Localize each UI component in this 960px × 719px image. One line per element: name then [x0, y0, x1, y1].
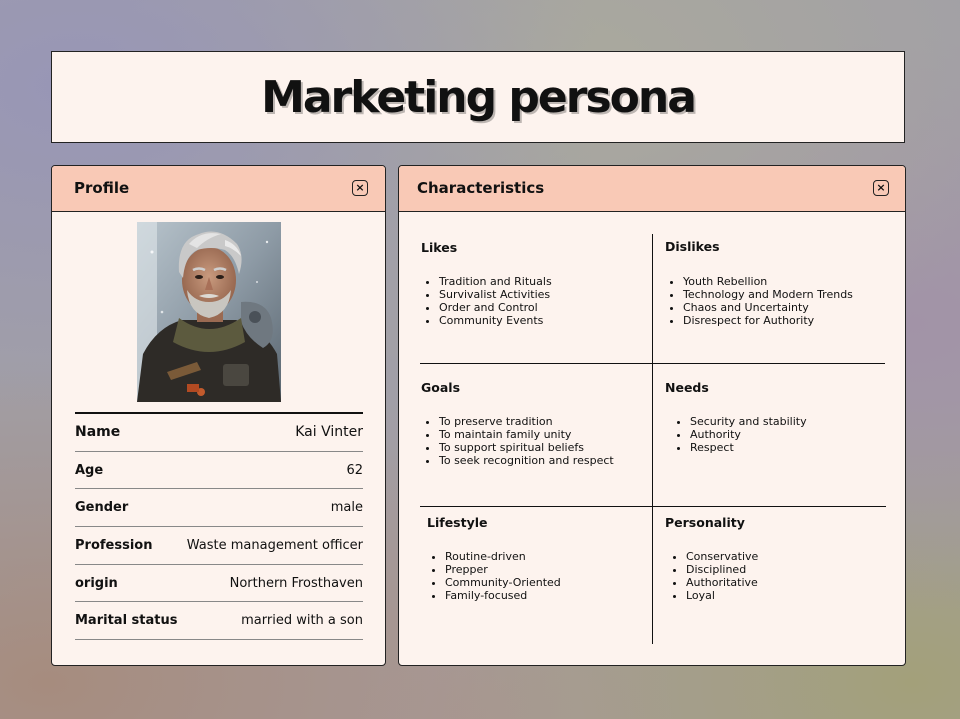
profile-header: Profile ×: [52, 166, 385, 212]
goals-section: Goals To preserve tradition To maintain …: [421, 380, 646, 467]
needs-heading: Needs: [665, 380, 709, 395]
horizontal-divider: [420, 363, 885, 364]
list-item: Order and Control: [439, 301, 646, 314]
list-item: Disrespect for Authority: [683, 314, 895, 327]
list-item: Respect: [690, 441, 895, 454]
profile-details: Name Kai Vinter Age 62 Gender male Profe…: [75, 412, 363, 641]
goals-heading: Goals: [421, 380, 461, 395]
portrait-image: [137, 222, 281, 402]
list-item: Security and stability: [690, 415, 895, 428]
row-label: Name: [75, 424, 121, 441]
list-item: Community-Oriented: [445, 576, 647, 589]
row-value: Northern Frosthaven: [229, 575, 363, 591]
row-value: Waste management officer: [186, 537, 363, 553]
list-item: Authority: [690, 428, 895, 441]
likes-section: Likes Tradition and Rituals Survivalist …: [421, 240, 646, 327]
list-item: Technology and Modern Trends: [683, 288, 895, 301]
likes-list: Tradition and Rituals Survivalist Activi…: [421, 275, 646, 327]
profile-panel: Profile × Name Kai Vinter Age 62 Gender …: [51, 165, 386, 666]
list-item: To seek recognition and respect: [439, 454, 646, 467]
list-item: Routine-driven: [445, 550, 647, 563]
profile-row-name: Name Kai Vinter: [75, 414, 363, 452]
characteristics-header: Characteristics ×: [399, 166, 905, 212]
list-item: Prepper: [445, 563, 647, 576]
lifestyle-heading: Lifestyle: [427, 515, 488, 530]
needs-section: Needs Security and stability Authority R…: [665, 380, 895, 454]
row-label: origin: [75, 575, 118, 591]
horizontal-divider: [420, 506, 886, 507]
list-item: Conservative: [686, 550, 895, 563]
list-item: Community Events: [439, 314, 646, 327]
profile-row-gender: Gender male: [75, 489, 363, 528]
list-item: Disciplined: [686, 563, 895, 576]
characteristics-title: Characteristics: [417, 179, 545, 197]
close-icon[interactable]: ×: [873, 180, 889, 196]
profile-row-profession: Profession Waste management officer: [75, 527, 363, 565]
list-item: Youth Rebellion: [683, 275, 895, 288]
goals-list: To preserve tradition To maintain family…: [421, 415, 646, 467]
likes-heading: Likes: [421, 240, 458, 255]
list-item: To preserve tradition: [439, 415, 646, 428]
row-label: Age: [75, 462, 104, 478]
personality-section: Personality Conservative Disciplined Aut…: [665, 515, 895, 602]
list-item: Family-focused: [445, 589, 647, 602]
page-title: Marketing persona: [261, 71, 697, 123]
characteristics-panel: Characteristics × Likes Tradition and Ri…: [398, 165, 906, 666]
list-item: Authoritative: [686, 576, 895, 589]
personality-list: Conservative Disciplined Authoritative L…: [665, 550, 895, 602]
row-value: male: [330, 500, 363, 516]
list-item: Loyal: [686, 589, 895, 602]
profile-row-marital-status: Marital status married with a son: [75, 602, 363, 641]
row-value: 62: [346, 462, 363, 478]
row-label: Marital status: [75, 613, 178, 629]
list-item: To support spiritual beliefs: [439, 441, 646, 454]
dislikes-list: Youth Rebellion Technology and Modern Tr…: [665, 275, 895, 327]
vertical-divider: [652, 234, 654, 644]
row-value: married with a son: [241, 613, 363, 629]
profile-row-age: Age 62: [75, 452, 363, 490]
lifestyle-section: Lifestyle Routine-driven Prepper Communi…: [427, 515, 647, 602]
row-label: Profession: [75, 537, 153, 553]
list-item: To maintain family unity: [439, 428, 646, 441]
profile-title: Profile: [74, 179, 130, 197]
close-icon[interactable]: ×: [352, 180, 368, 196]
row-value: Kai Vinter: [295, 424, 363, 441]
personality-heading: Personality: [665, 515, 745, 530]
list-item: Survivalist Activities: [439, 288, 646, 301]
list-item: Tradition and Rituals: [439, 275, 646, 288]
lifestyle-list: Routine-driven Prepper Community-Oriente…: [427, 550, 647, 602]
row-label: Gender: [75, 500, 129, 516]
needs-list: Security and stability Authority Respect: [665, 415, 895, 454]
title-banner: Marketing persona: [51, 51, 905, 143]
profile-row-origin: origin Northern Frosthaven: [75, 565, 363, 603]
list-item: Chaos and Uncertainty: [683, 301, 895, 314]
dislikes-section: Dislikes Youth Rebellion Technology and …: [665, 239, 895, 327]
dislikes-heading: Dislikes: [665, 239, 720, 254]
